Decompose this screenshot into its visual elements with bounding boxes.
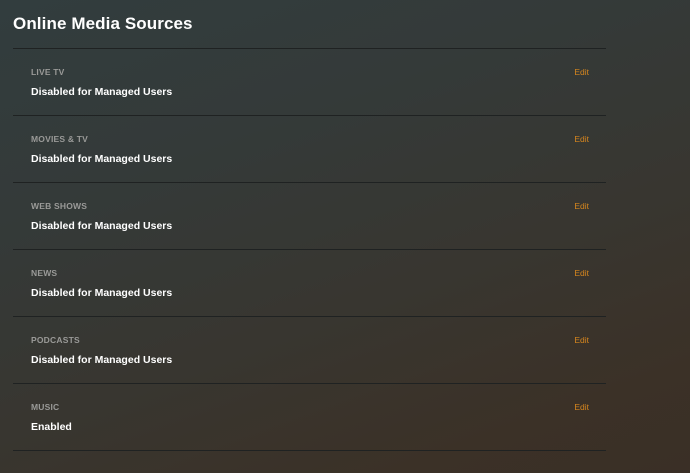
- source-row-web-shows: WEB SHOWS Disabled for Managed Users Edi…: [13, 183, 606, 250]
- source-title: WEB SHOWS: [31, 201, 88, 211]
- source-status: Enabled: [31, 421, 72, 433]
- source-status: Disabled for Managed Users: [31, 153, 173, 165]
- source-status: Disabled for Managed Users: [31, 354, 173, 366]
- source-row-news: NEWS Disabled for Managed Users Edit: [13, 250, 606, 317]
- source-status: Disabled for Managed Users: [31, 220, 173, 232]
- source-row-podcasts: PODCASTS Disabled for Managed Users Edit: [13, 317, 606, 384]
- source-status: Disabled for Managed Users: [31, 287, 173, 299]
- source-title: MUSIC: [31, 402, 60, 412]
- source-title: NEWS: [31, 268, 58, 278]
- media-sources-list: LIVE TV Disabled for Managed Users Edit …: [13, 48, 606, 451]
- source-row-music: MUSIC Enabled Edit: [13, 384, 606, 451]
- edit-podcasts-link[interactable]: Edit: [574, 335, 589, 345]
- page-title: Online Media Sources: [13, 14, 193, 33]
- source-title: PODCASTS: [31, 335, 80, 345]
- edit-movies-tv-link[interactable]: Edit: [574, 134, 589, 144]
- edit-web-shows-link[interactable]: Edit: [574, 201, 589, 211]
- source-status: Disabled for Managed Users: [31, 86, 173, 98]
- edit-live-tv-link[interactable]: Edit: [574, 67, 589, 77]
- edit-music-link[interactable]: Edit: [574, 402, 589, 412]
- source-row-live-tv: LIVE TV Disabled for Managed Users Edit: [13, 49, 606, 116]
- source-title: MOVIES & TV: [31, 134, 88, 144]
- source-title: LIVE TV: [31, 67, 65, 77]
- source-row-movies-tv: MOVIES & TV Disabled for Managed Users E…: [13, 116, 606, 183]
- edit-news-link[interactable]: Edit: [574, 268, 589, 278]
